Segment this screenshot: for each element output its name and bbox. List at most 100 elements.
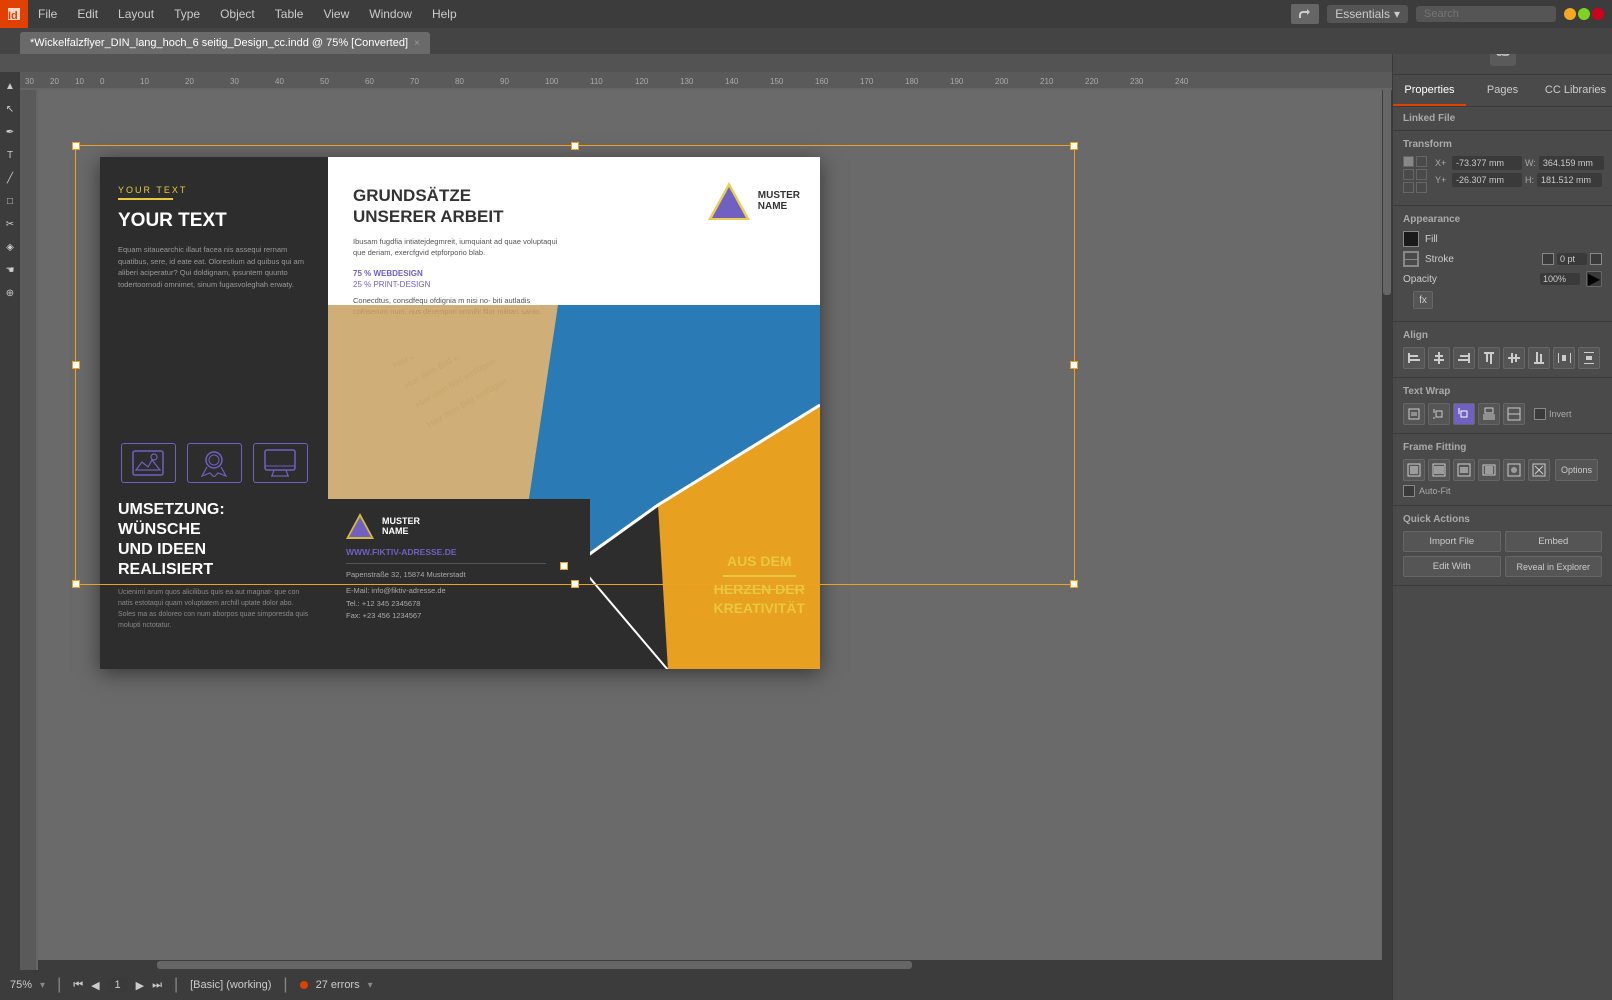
nav-next[interactable]: ▶ <box>136 979 144 992</box>
menu-view[interactable]: View <box>313 0 359 28</box>
select-tool[interactable]: ▲ <box>1 77 19 95</box>
menu-table[interactable]: Table <box>265 0 314 28</box>
ff-fit[interactable] <box>1453 459 1475 481</box>
fill-swatch[interactable] <box>1403 231 1419 247</box>
scroll-thumb-h[interactable] <box>157 961 912 969</box>
w-input[interactable] <box>1539 156 1604 170</box>
align-bottom[interactable] <box>1528 347 1550 369</box>
opacity-expand[interactable]: ▶ <box>1586 271 1602 287</box>
search-input[interactable] <box>1416 6 1556 22</box>
ref-bl[interactable] <box>1403 182 1414 193</box>
menu-help[interactable]: Help <box>422 0 467 28</box>
menu-object[interactable]: Object <box>210 0 265 28</box>
scissors-tool[interactable]: ✂ <box>1 215 19 233</box>
handle-br[interactable] <box>1070 580 1078 588</box>
direct-select-tool[interactable]: ↖ <box>1 100 19 118</box>
x-input[interactable] <box>1452 156 1522 170</box>
ff-fill[interactable] <box>1403 459 1425 481</box>
reveal-in-explorer-button[interactable]: Reveal in Explorer <box>1505 556 1603 577</box>
tw-bbox[interactable] <box>1428 403 1450 425</box>
tab-properties[interactable]: Properties <box>1393 75 1466 106</box>
share-button[interactable] <box>1291 4 1319 24</box>
menu-edit[interactable]: Edit <box>67 0 108 28</box>
tab-cc-libraries[interactable]: CC Libraries <box>1539 75 1612 106</box>
ff-proportional-fit[interactable] <box>1478 459 1500 481</box>
type-tool[interactable]: T <box>1 146 19 164</box>
gradient-tool[interactable]: ◈ <box>1 238 19 256</box>
ref-tl[interactable] <box>1403 156 1414 167</box>
handle-tl[interactable] <box>72 142 80 150</box>
tw-object[interactable] <box>1453 403 1475 425</box>
canvas-area[interactable]: 30 20 10 0 10 20 30 40 50 60 70 80 90 10… <box>20 72 1392 970</box>
essentials-button[interactable]: Essentials ▾ <box>1327 5 1408 23</box>
align-top[interactable] <box>1478 347 1500 369</box>
svg-text:90: 90 <box>500 77 509 86</box>
document-tab[interactable]: *Wickelfalzflyer_DIN_lang_hoch_6 seitig_… <box>20 32 430 54</box>
tab-close-button[interactable]: × <box>414 38 420 49</box>
stroke-input[interactable] <box>1557 253 1587 265</box>
qa-row2: Edit With Reveal in Explorer <box>1403 556 1602 577</box>
handle-tc[interactable] <box>571 142 579 150</box>
svg-text:170: 170 <box>860 77 874 86</box>
scroll-thumb-v[interactable] <box>1383 73 1391 295</box>
contact-panel: MUSTERNAME WWW.FIKTIV-ADRESSE.DE Papenst… <box>328 499 590 669</box>
tw-none[interactable] <box>1403 403 1425 425</box>
ff-reset[interactable] <box>1528 459 1550 481</box>
align-left[interactable] <box>1403 347 1425 369</box>
line-tool[interactable]: ╱ <box>1 169 19 187</box>
maximize-button[interactable] <box>1578 8 1590 20</box>
zoom-tool[interactable]: ⊕ <box>1 284 19 302</box>
tw-jump[interactable] <box>1478 403 1500 425</box>
nav-last[interactable]: ⏭ <box>152 979 162 992</box>
menu-file[interactable]: File <box>28 0 67 28</box>
stroke-arrow-up[interactable] <box>1542 253 1554 265</box>
distribute-h[interactable] <box>1553 347 1575 369</box>
minimize-button[interactable] <box>1564 8 1576 20</box>
handle-bl[interactable] <box>72 580 80 588</box>
ref-mc[interactable] <box>1416 169 1427 180</box>
errors-dropdown[interactable]: ▾ <box>368 980 373 991</box>
ref-bc[interactable] <box>1416 182 1427 193</box>
opacity-label: Opacity <box>1403 274 1437 285</box>
zoom-dropdown[interactable]: ▾ <box>40 980 45 991</box>
align-right[interactable] <box>1453 347 1475 369</box>
nav-prev[interactable]: ◀ <box>91 979 99 992</box>
ff-options-button[interactable]: Options <box>1555 459 1598 481</box>
hand-tool[interactable]: ☚ <box>1 261 19 279</box>
handle-extra[interactable] <box>560 562 568 570</box>
ff-center[interactable] <box>1503 459 1525 481</box>
align-center-v[interactable] <box>1503 347 1525 369</box>
rect-tool[interactable]: □ <box>1 192 19 210</box>
pen-tool[interactable]: ✒ <box>1 123 19 141</box>
embed-button[interactable]: Embed <box>1505 531 1603 552</box>
tw-next-column[interactable] <box>1503 403 1525 425</box>
align-center-h[interactable] <box>1428 347 1450 369</box>
menu-type[interactable]: Type <box>164 0 210 28</box>
stroke-dropdown[interactable] <box>1590 253 1602 265</box>
opacity-input[interactable] <box>1540 273 1580 285</box>
tab-pages[interactable]: Pages <box>1466 75 1539 106</box>
distribute-v[interactable] <box>1578 347 1600 369</box>
close-button[interactable] <box>1592 8 1604 20</box>
import-file-button[interactable]: Import File <box>1403 531 1501 552</box>
h-input[interactable] <box>1537 173 1602 187</box>
page-input[interactable] <box>108 978 128 992</box>
scrollbar-vertical[interactable] <box>1382 72 1392 960</box>
scrollbar-horizontal[interactable] <box>20 960 1392 970</box>
handle-mr[interactable] <box>1070 361 1078 369</box>
fx-button[interactable]: fx <box>1413 291 1433 309</box>
ff-proportional-fill[interactable] <box>1428 459 1450 481</box>
auto-fit-checkbox[interactable] <box>1403 485 1415 497</box>
ref-tc[interactable] <box>1416 156 1427 167</box>
invert-checkbox[interactable] <box>1534 408 1546 420</box>
y-input[interactable] <box>1452 173 1522 187</box>
menu-window[interactable]: Window <box>359 0 422 28</box>
nav-first[interactable]: ⏮ <box>73 979 83 992</box>
handle-tr[interactable] <box>1070 142 1078 150</box>
logo-top-right <box>708 182 750 220</box>
handle-ml[interactable] <box>72 361 80 369</box>
menu-layout[interactable]: Layout <box>108 0 164 28</box>
stroke-swatch[interactable] <box>1403 251 1419 267</box>
ref-ml[interactable] <box>1403 169 1414 180</box>
edit-with-button[interactable]: Edit With <box>1403 556 1501 577</box>
